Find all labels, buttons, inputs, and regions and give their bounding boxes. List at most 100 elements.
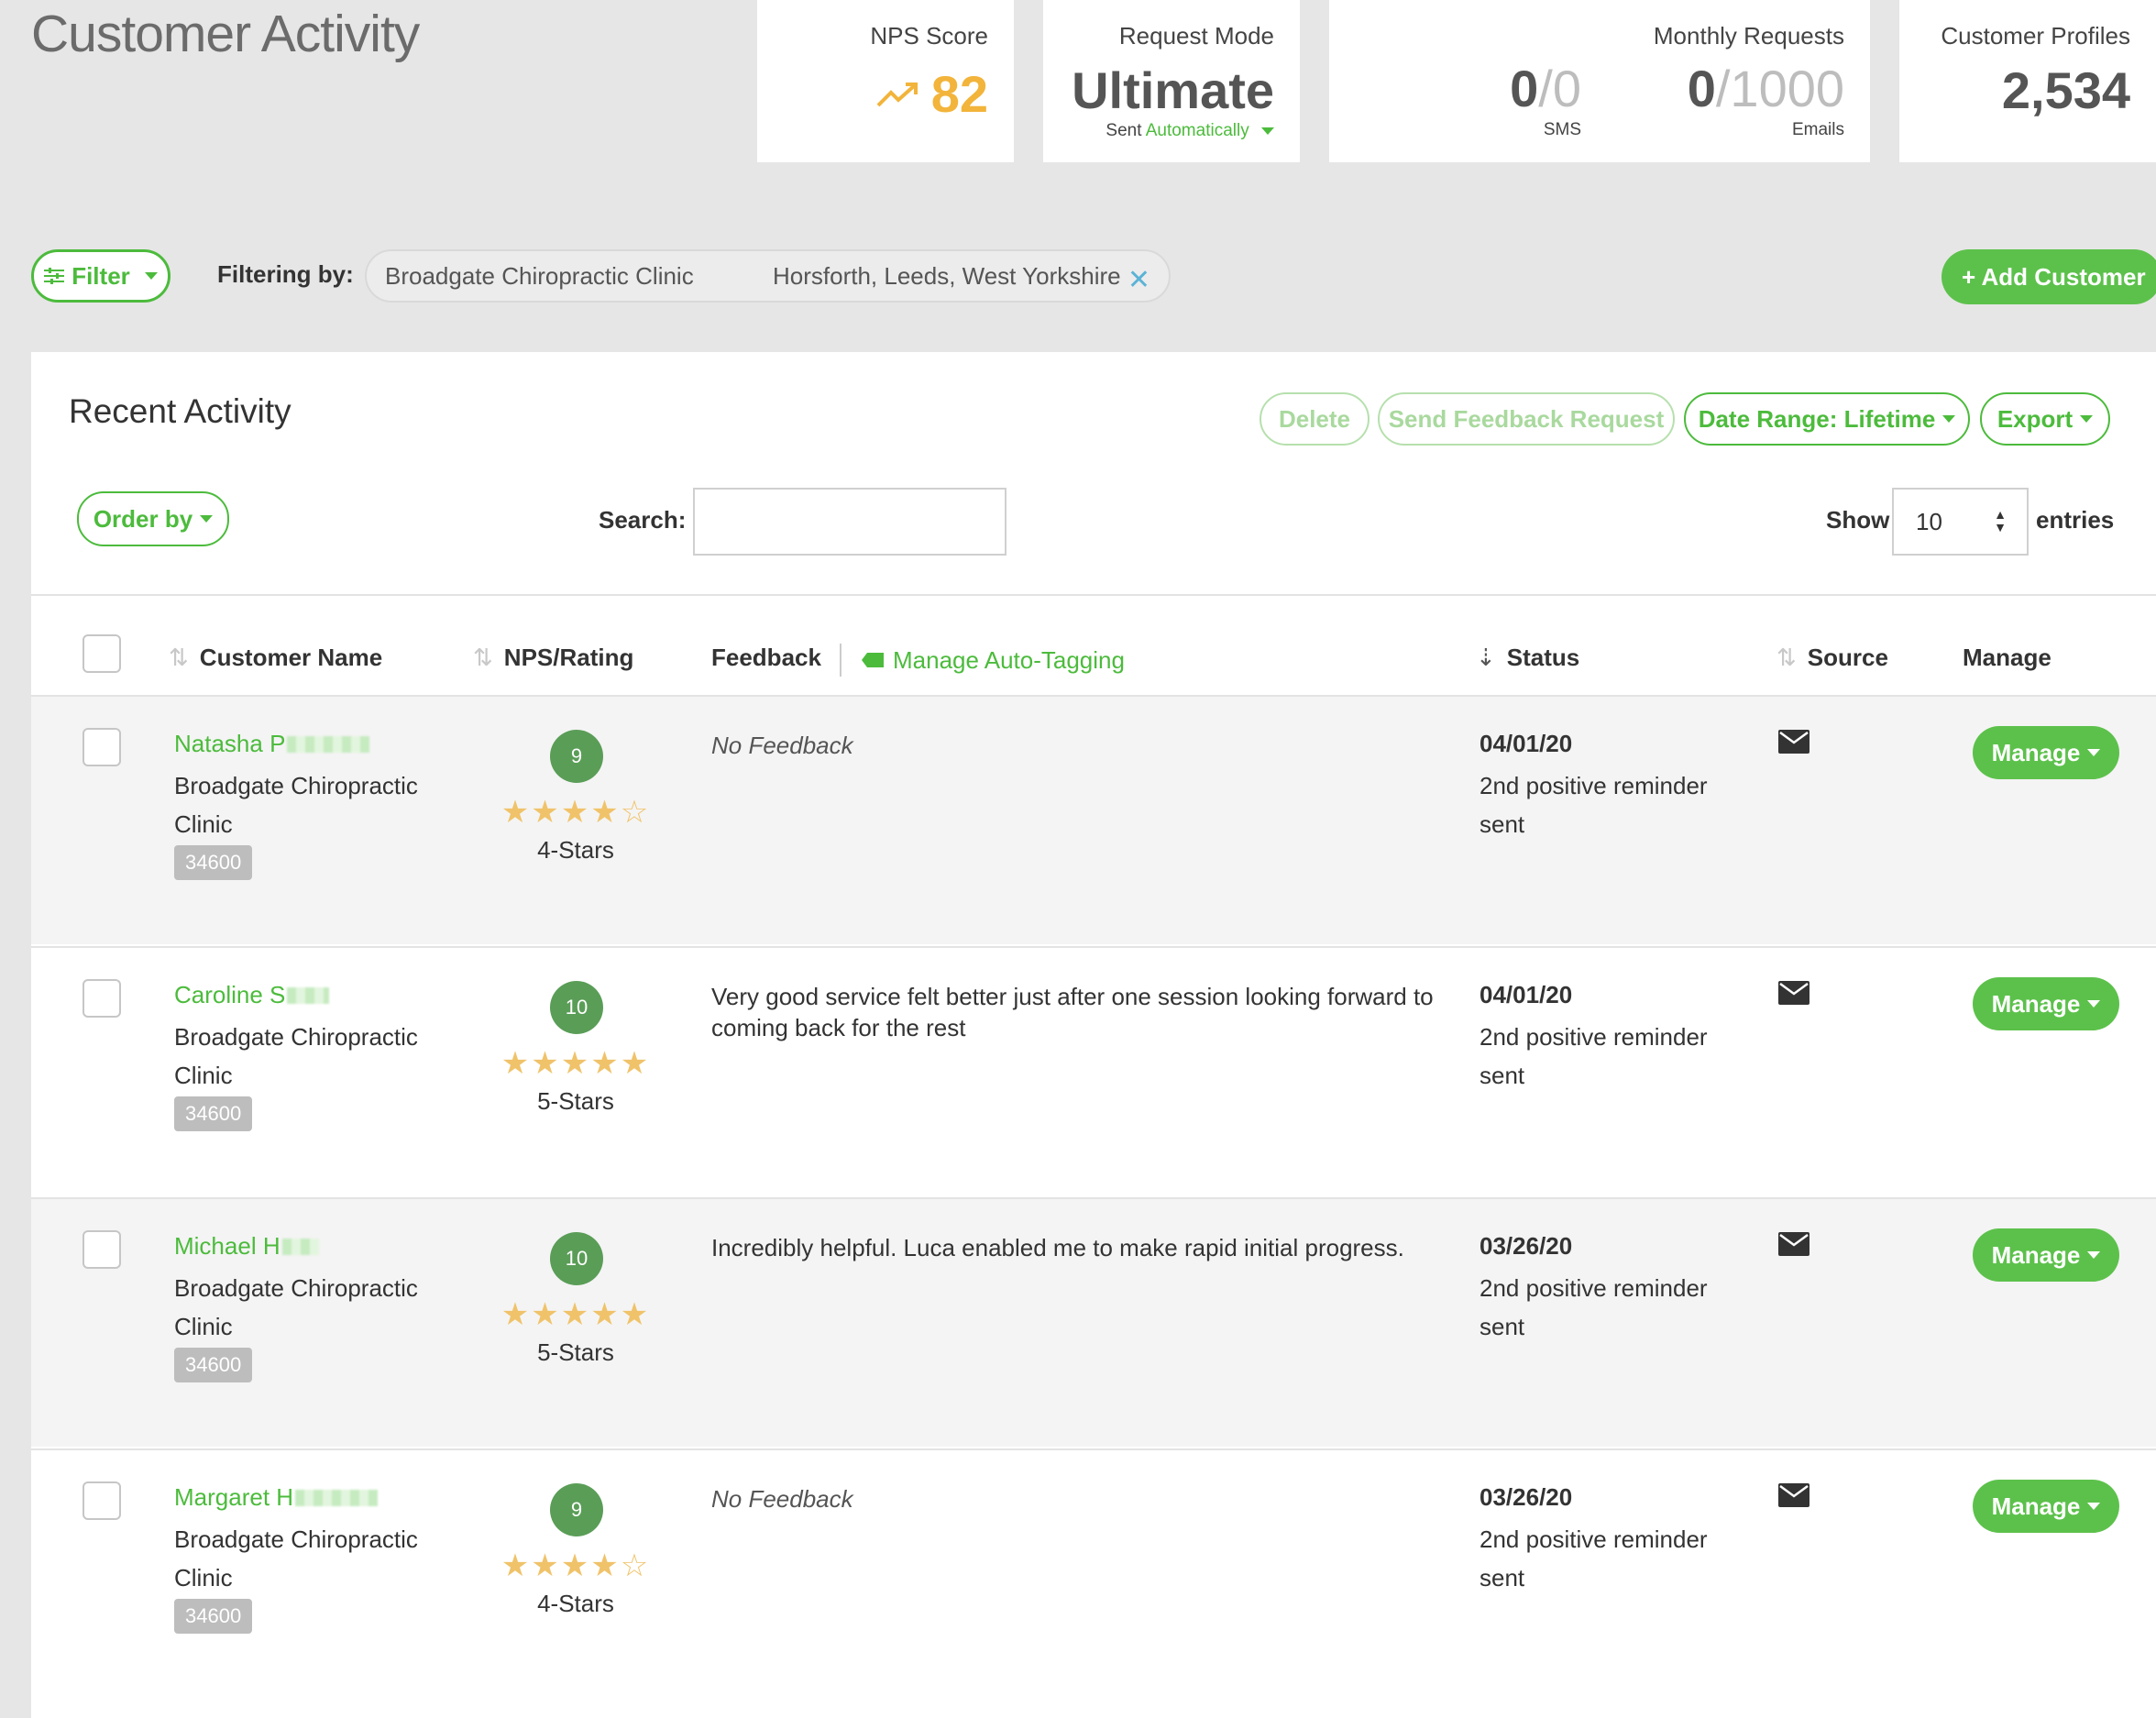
status-text: 2nd positive reminder sent [1480,1023,1708,1089]
tag-icon [862,653,884,667]
entries-label: entries [2036,506,2115,534]
add-customer-button[interactable]: + Add Customer [1942,249,2156,304]
sms-used: 0 [1510,60,1539,117]
column-header-nps-rating[interactable]: ⇅ NPS/Rating [473,644,633,672]
star-rating: ★★★★★ [500,1046,651,1081]
manage-button[interactable]: Manage [1973,1480,2119,1533]
table-row: Caroline S Broadgate Chiropractic Clinic… [31,946,2156,1195]
request-mode-value: Ultimate [1072,61,1274,119]
search-input[interactable] [693,488,1006,556]
star-rating-label: 4-Stars [537,1590,614,1617]
column-header-customer-name[interactable]: ⇅ Customer Name [169,644,382,672]
date-range-label: Date Range: Lifetime [1698,404,1936,433]
star-rating-label: 4-Stars [537,836,614,864]
nps-score-number: 82 [930,65,988,123]
nps-score-badge: 10 [550,1232,603,1285]
email-used: 0 [1687,60,1716,117]
star-rating: ★★★★★ [500,1297,651,1332]
column-header-label: Status [1506,644,1580,671]
customer-profiles-label: Customer Profiles [1941,22,2130,50]
customer-name-link[interactable]: Caroline S [174,981,330,1009]
table-row: Natasha P Broadgate Chiropractic Clinic … [31,695,2156,944]
chevron-down-icon [2080,415,2094,423]
active-filter-chip: Broadgate Chiropractic Clinic Horsforth,… [365,249,1171,303]
status-date: 04/01/20 [1480,730,1573,757]
customer-location: Broadgate Chiropractic Clinic [174,772,418,838]
sort-icon: ⇅ [473,644,493,671]
chevron-down-icon [200,515,214,523]
filter-chip-area: Horsforth, Leeds, West Yorkshire [773,261,1121,290]
request-mode-card: Request Mode Ultimate Sent Automatically [1043,0,1300,162]
export-label: Export [1996,404,2074,433]
table-row: Margaret H Broadgate Chiropractic Clinic… [31,1448,2156,1698]
trending-up-icon [876,82,918,106]
manage-auto-tagging-link[interactable]: Manage Auto-Tagging [840,644,1125,677]
status-text: 2nd positive reminder sent [1480,772,1708,838]
column-header-label: Source [1807,644,1888,671]
nps-score-badge: 9 [550,1483,603,1536]
status-text: 2nd positive reminder sent [1480,1274,1708,1340]
filter-button[interactable]: Filter [31,249,170,303]
row-checkbox[interactable] [82,728,121,766]
column-header-source[interactable]: ⇅ Source [1776,644,1888,672]
entries-per-page-select[interactable]: 10 ▲ ▼ [1892,488,2029,556]
order-by-dropdown[interactable]: Order by [77,491,229,546]
customer-id-badge: 34600 [174,1096,253,1131]
sent-mode-value: Automatically [1145,121,1249,140]
feedback-text: Very good service felt better just after… [711,983,1434,1041]
customer-name-link[interactable]: Natasha P [174,730,370,758]
email-counter: 0/1000 Emails [1687,60,1844,139]
column-header-manage: Manage [1963,644,2052,671]
export-dropdown[interactable]: Export [1980,392,2110,446]
send-feedback-request-button[interactable]: Send Feedback Request [1378,392,1675,446]
customer-id-badge: 34600 [174,1348,253,1382]
customer-name-link[interactable]: Michael H [174,1232,319,1261]
filter-button-label: Filter [72,261,130,290]
manage-button-label: Manage [1991,1492,2081,1520]
select-all-checkbox[interactable] [82,634,121,673]
nps-score-label: NPS Score [870,22,988,50]
sent-mode-dropdown[interactable]: Sent Automatically [1106,121,1274,141]
chevron-down-icon [2087,749,2101,756]
feedback-text: Incredibly helpful. Luca enabled me to m… [711,1234,1404,1261]
customer-location: Broadgate Chiropractic Clinic [174,1274,418,1340]
request-mode-label: Request Mode [1118,22,1274,50]
email-icon [1778,730,1810,754]
redacted-surname [287,735,370,753]
manage-button[interactable]: Manage [1973,977,2119,1030]
customer-name-text: Margaret H [174,1483,294,1511]
customer-profiles-value: 2,534 [2001,61,2130,119]
row-checkbox[interactable] [82,1481,121,1520]
page-title: Customer Activity [31,5,420,63]
redacted-surname [287,986,330,1004]
star-rating-label: 5-Stars [537,1338,614,1366]
manage-button[interactable]: Manage [1973,726,2119,779]
separator [840,644,842,677]
star-rating: ★★★★☆ [500,1548,651,1583]
customer-id-badge: 34600 [174,845,253,880]
close-icon[interactable]: ✕ [1128,264,1150,296]
status-date: 03/26/20 [1480,1483,1573,1511]
order-by-label: Order by [93,504,193,533]
customer-name-link[interactable]: Margaret H [174,1483,379,1512]
customer-name-text: Natasha P [174,730,286,757]
row-checkbox[interactable] [82,979,121,1018]
column-header-status[interactable]: ⇣ Status [1476,644,1579,672]
chevron-down-icon [1261,127,1274,135]
entries-per-page-value: 10 [1916,507,1942,535]
table-row: Michael H Broadgate Chiropractic Clinic … [31,1197,2156,1447]
delete-button[interactable]: Delete [1260,392,1370,446]
show-label: Show [1826,506,1890,534]
email-icon [1778,981,1810,1005]
email-icon [1778,1483,1810,1507]
customer-name-text: Michael H [174,1232,280,1260]
chevron-down-icon [2087,1503,2101,1510]
redacted-surname [281,1238,319,1255]
manage-button[interactable]: Manage [1973,1228,2119,1282]
date-range-dropdown[interactable]: Date Range: Lifetime [1684,392,1970,446]
customer-location: Broadgate Chiropractic Clinic [174,1525,418,1591]
emails-label: Emails [1791,120,1844,139]
nps-score-badge: 9 [550,730,603,783]
sms-label: SMS [1543,120,1581,139]
row-checkbox[interactable] [82,1230,121,1269]
